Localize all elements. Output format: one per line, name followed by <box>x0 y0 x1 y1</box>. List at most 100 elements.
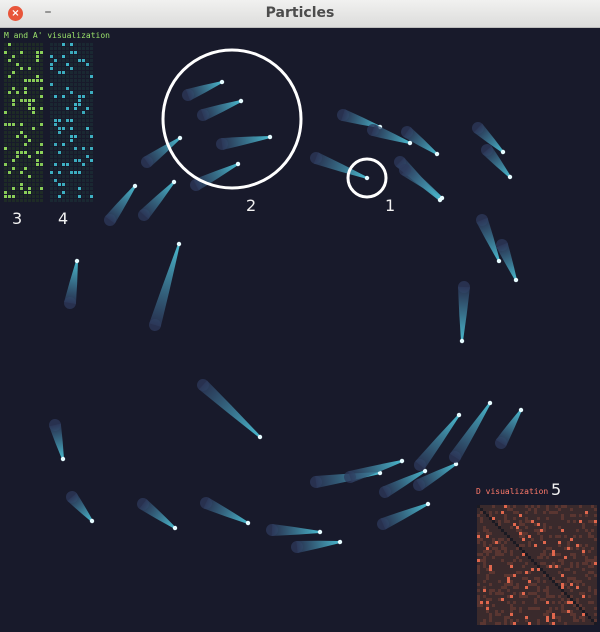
ma-cell <box>40 55 43 58</box>
ma-cell <box>16 83 19 86</box>
ma-cell <box>16 87 19 90</box>
ma-cell <box>82 167 85 170</box>
ma-cell <box>74 103 77 106</box>
ma-cell <box>58 127 61 130</box>
ma-cell <box>8 67 11 70</box>
ma-cell <box>62 107 65 110</box>
ma-cell <box>70 111 73 114</box>
d-cell <box>594 613 597 616</box>
d-cell <box>555 553 558 556</box>
d-cell <box>573 619 576 622</box>
ma-cell <box>28 191 31 194</box>
d-cell <box>552 565 555 568</box>
ma-cell <box>36 59 39 62</box>
d-cell <box>477 553 480 556</box>
ma-cell <box>66 87 69 90</box>
d-cell <box>576 562 579 565</box>
d-cell <box>483 619 486 622</box>
d-cell <box>570 553 573 556</box>
ma-cell <box>90 171 93 174</box>
ma-cell <box>54 87 57 90</box>
ma-cell <box>90 71 93 74</box>
ma-cell <box>58 195 61 198</box>
ma-cell <box>70 47 73 50</box>
ma-cell <box>74 75 77 78</box>
ma-cell <box>24 103 27 106</box>
d-cell <box>498 526 501 529</box>
ma-cell <box>8 83 11 86</box>
ma-cell <box>24 107 27 110</box>
ma-cell <box>66 51 69 54</box>
d-cell <box>531 592 534 595</box>
d-cell <box>549 565 552 568</box>
d-cell <box>558 535 561 538</box>
d-cell <box>510 580 513 583</box>
ma-cell <box>50 75 53 78</box>
particle-scene <box>4 43 597 625</box>
ma-cell <box>70 83 73 86</box>
d-cell <box>555 565 558 568</box>
ma-cell <box>74 47 77 50</box>
ma-cell <box>74 127 77 130</box>
d-cell <box>510 550 513 553</box>
ma-cell <box>78 119 81 122</box>
particle-tail <box>401 165 443 199</box>
d-cell <box>486 547 489 550</box>
ma-cell <box>54 51 57 54</box>
ma-cell <box>62 147 65 150</box>
ma-cell <box>36 183 39 186</box>
d-cell <box>525 616 528 619</box>
ma-cell <box>50 199 53 202</box>
d-cell <box>567 577 570 580</box>
ma-cell <box>54 199 57 202</box>
simulation-canvas[interactable]: M and A' visualization D visualization 1… <box>0 27 600 628</box>
ma-cell <box>54 151 57 154</box>
ma-cell <box>90 191 93 194</box>
ma-cell <box>36 103 39 106</box>
ma-visualization-label: M and A' visualization <box>4 31 110 40</box>
ma-cell <box>24 51 27 54</box>
ma-cell <box>50 131 53 134</box>
d-cell <box>570 613 573 616</box>
d-cell <box>552 616 555 619</box>
ma-cell <box>78 127 81 130</box>
d-cell <box>567 601 570 604</box>
d-cell <box>540 598 543 601</box>
d-cell <box>588 559 591 562</box>
d-cell <box>513 574 516 577</box>
d-cell <box>534 562 537 565</box>
ma-cell <box>16 99 19 102</box>
ma-cell <box>90 91 93 94</box>
d-cell <box>483 562 486 565</box>
d-cell <box>510 508 513 511</box>
ma-cell <box>70 55 73 58</box>
ma-cell <box>32 47 35 50</box>
ma-cell <box>58 191 61 194</box>
particle-head <box>176 241 182 247</box>
d-cell <box>582 523 585 526</box>
ma-cell <box>82 183 85 186</box>
ma-cell <box>74 79 77 82</box>
d-cell <box>540 553 543 556</box>
ma-cell <box>4 183 7 186</box>
d-cell <box>486 574 489 577</box>
ma-cell <box>62 119 65 122</box>
d-cell <box>480 604 483 607</box>
ma-cell <box>70 119 73 122</box>
ma-cell <box>86 171 89 174</box>
ma-cell <box>74 199 77 202</box>
d-cell <box>528 607 531 610</box>
ma-cell <box>20 91 23 94</box>
ma-cell <box>86 95 89 98</box>
ma-cell <box>16 63 19 66</box>
d-cell <box>477 583 480 586</box>
d-cell <box>579 514 582 517</box>
particle-tail <box>348 460 403 483</box>
ma-cell <box>66 127 69 130</box>
d-cell <box>594 592 597 595</box>
ma-cell <box>8 47 11 50</box>
particle-tail <box>139 181 175 220</box>
d-cell <box>594 559 597 562</box>
ma-cell <box>50 195 53 198</box>
particle-trail <box>137 498 178 531</box>
